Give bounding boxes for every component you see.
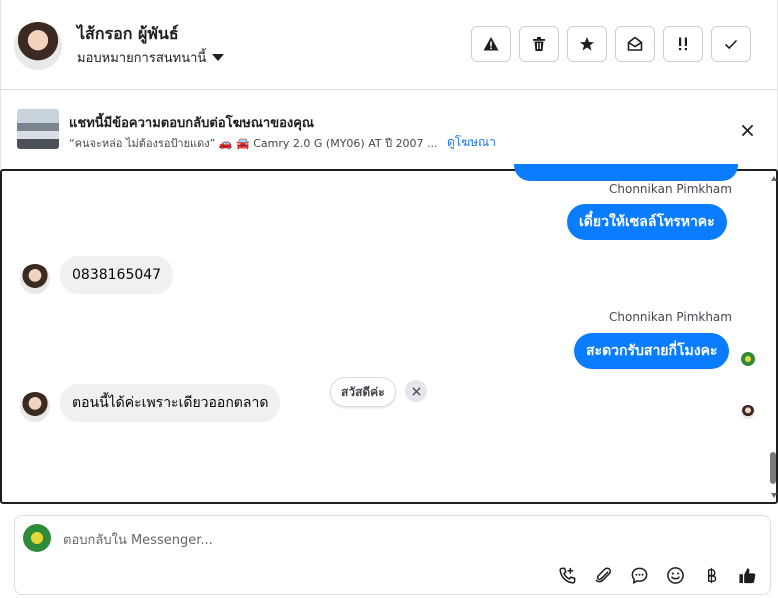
quick-reply-chip[interactable]: สวัสดีค่ะ <box>330 377 396 407</box>
star-icon <box>580 37 594 51</box>
composer-toolbar <box>556 564 759 586</box>
contact-avatar-small <box>20 264 50 294</box>
contact-name[interactable]: ไส้กรอก ผู้พันธ์ <box>77 22 179 47</box>
saved-reply-button[interactable] <box>628 564 651 586</box>
mark-unread-button[interactable] <box>615 26 655 62</box>
send-like-button[interactable] <box>736 564 759 586</box>
reply-input[interactable] <box>63 530 743 550</box>
thread-scrollbar[interactable] <box>768 172 778 502</box>
message-bubble-outgoing-clipped[interactable] <box>514 164 738 181</box>
check-icon <box>724 39 738 50</box>
message-sender: Chonnikan Pimkham <box>609 310 732 324</box>
scroll-down-arrow-icon[interactable] <box>771 493 777 498</box>
star-button[interactable] <box>567 26 607 62</box>
close-banner-button[interactable] <box>737 120 757 140</box>
emoji-button[interactable] <box>664 564 687 586</box>
exclamation-icon <box>679 37 687 51</box>
assign-conversation-dropdown[interactable]: มอบหมายการสนทนานี้ <box>77 47 225 68</box>
delete-button[interactable] <box>519 26 559 62</box>
message-bubble-outgoing[interactable]: สะดวกรับสายกี่โมงคะ <box>574 333 730 369</box>
message-sender: Chonnikan Pimkham <box>609 182 732 196</box>
payment-button[interactable] <box>700 564 723 586</box>
ad-banner-subtitle: “คนจะหล่อ ไม่ต้องรอป้ายแดง” 🚗 🚘 Camry 2.… <box>69 137 438 150</box>
baht-icon <box>707 567 717 583</box>
message-bubble-outgoing[interactable]: เดี๋ยวให้เซลล์โทรหาคะ <box>567 204 727 240</box>
contact-avatar[interactable] <box>14 22 62 70</box>
done-button[interactable] <box>711 26 751 62</box>
view-ad-link[interactable]: ดูโฆษณา <box>447 133 496 152</box>
caret-down-icon <box>212 54 225 61</box>
ad-banner-title: แชทนี้มีข้อความตอบกลับต่อโฆษณาของคุณ <box>69 116 314 131</box>
dismiss-quick-reply-button[interactable] <box>405 380 427 402</box>
call-button[interactable] <box>556 564 579 586</box>
ad-thumbnail[interactable] <box>17 109 59 149</box>
page-avatar <box>23 524 51 552</box>
attachment-icon <box>595 566 612 582</box>
conversation-toolbar <box>471 26 751 62</box>
trash-icon <box>533 37 545 51</box>
warning-icon <box>483 37 499 51</box>
follow-up-button[interactable] <box>663 26 703 62</box>
assign-label: มอบหมายการสนทนานี้ <box>77 51 207 66</box>
attach-file-button[interactable] <box>592 564 615 586</box>
scrollbar-thumb[interactable] <box>770 452 776 484</box>
envelope-open-icon <box>627 36 643 51</box>
emoji-icon <box>667 566 684 584</box>
thumbs-up-icon <box>739 567 756 583</box>
message-bubble-incoming[interactable]: 0838165047 <box>60 256 174 294</box>
close-icon <box>411 386 421 396</box>
page-read-receipt <box>741 352 755 366</box>
contact-read-receipt <box>741 405 755 419</box>
scroll-up-arrow-icon[interactable] <box>771 176 777 181</box>
close-icon <box>741 124 753 136</box>
report-button[interactable] <box>471 26 511 62</box>
call-icon <box>559 567 576 584</box>
message-bubble-incoming[interactable]: ตอนนี้ได้ค่ะเพราะเดียวออกตลาด <box>60 384 281 422</box>
contact-avatar-small <box>20 392 50 422</box>
saved-reply-icon <box>631 567 648 584</box>
